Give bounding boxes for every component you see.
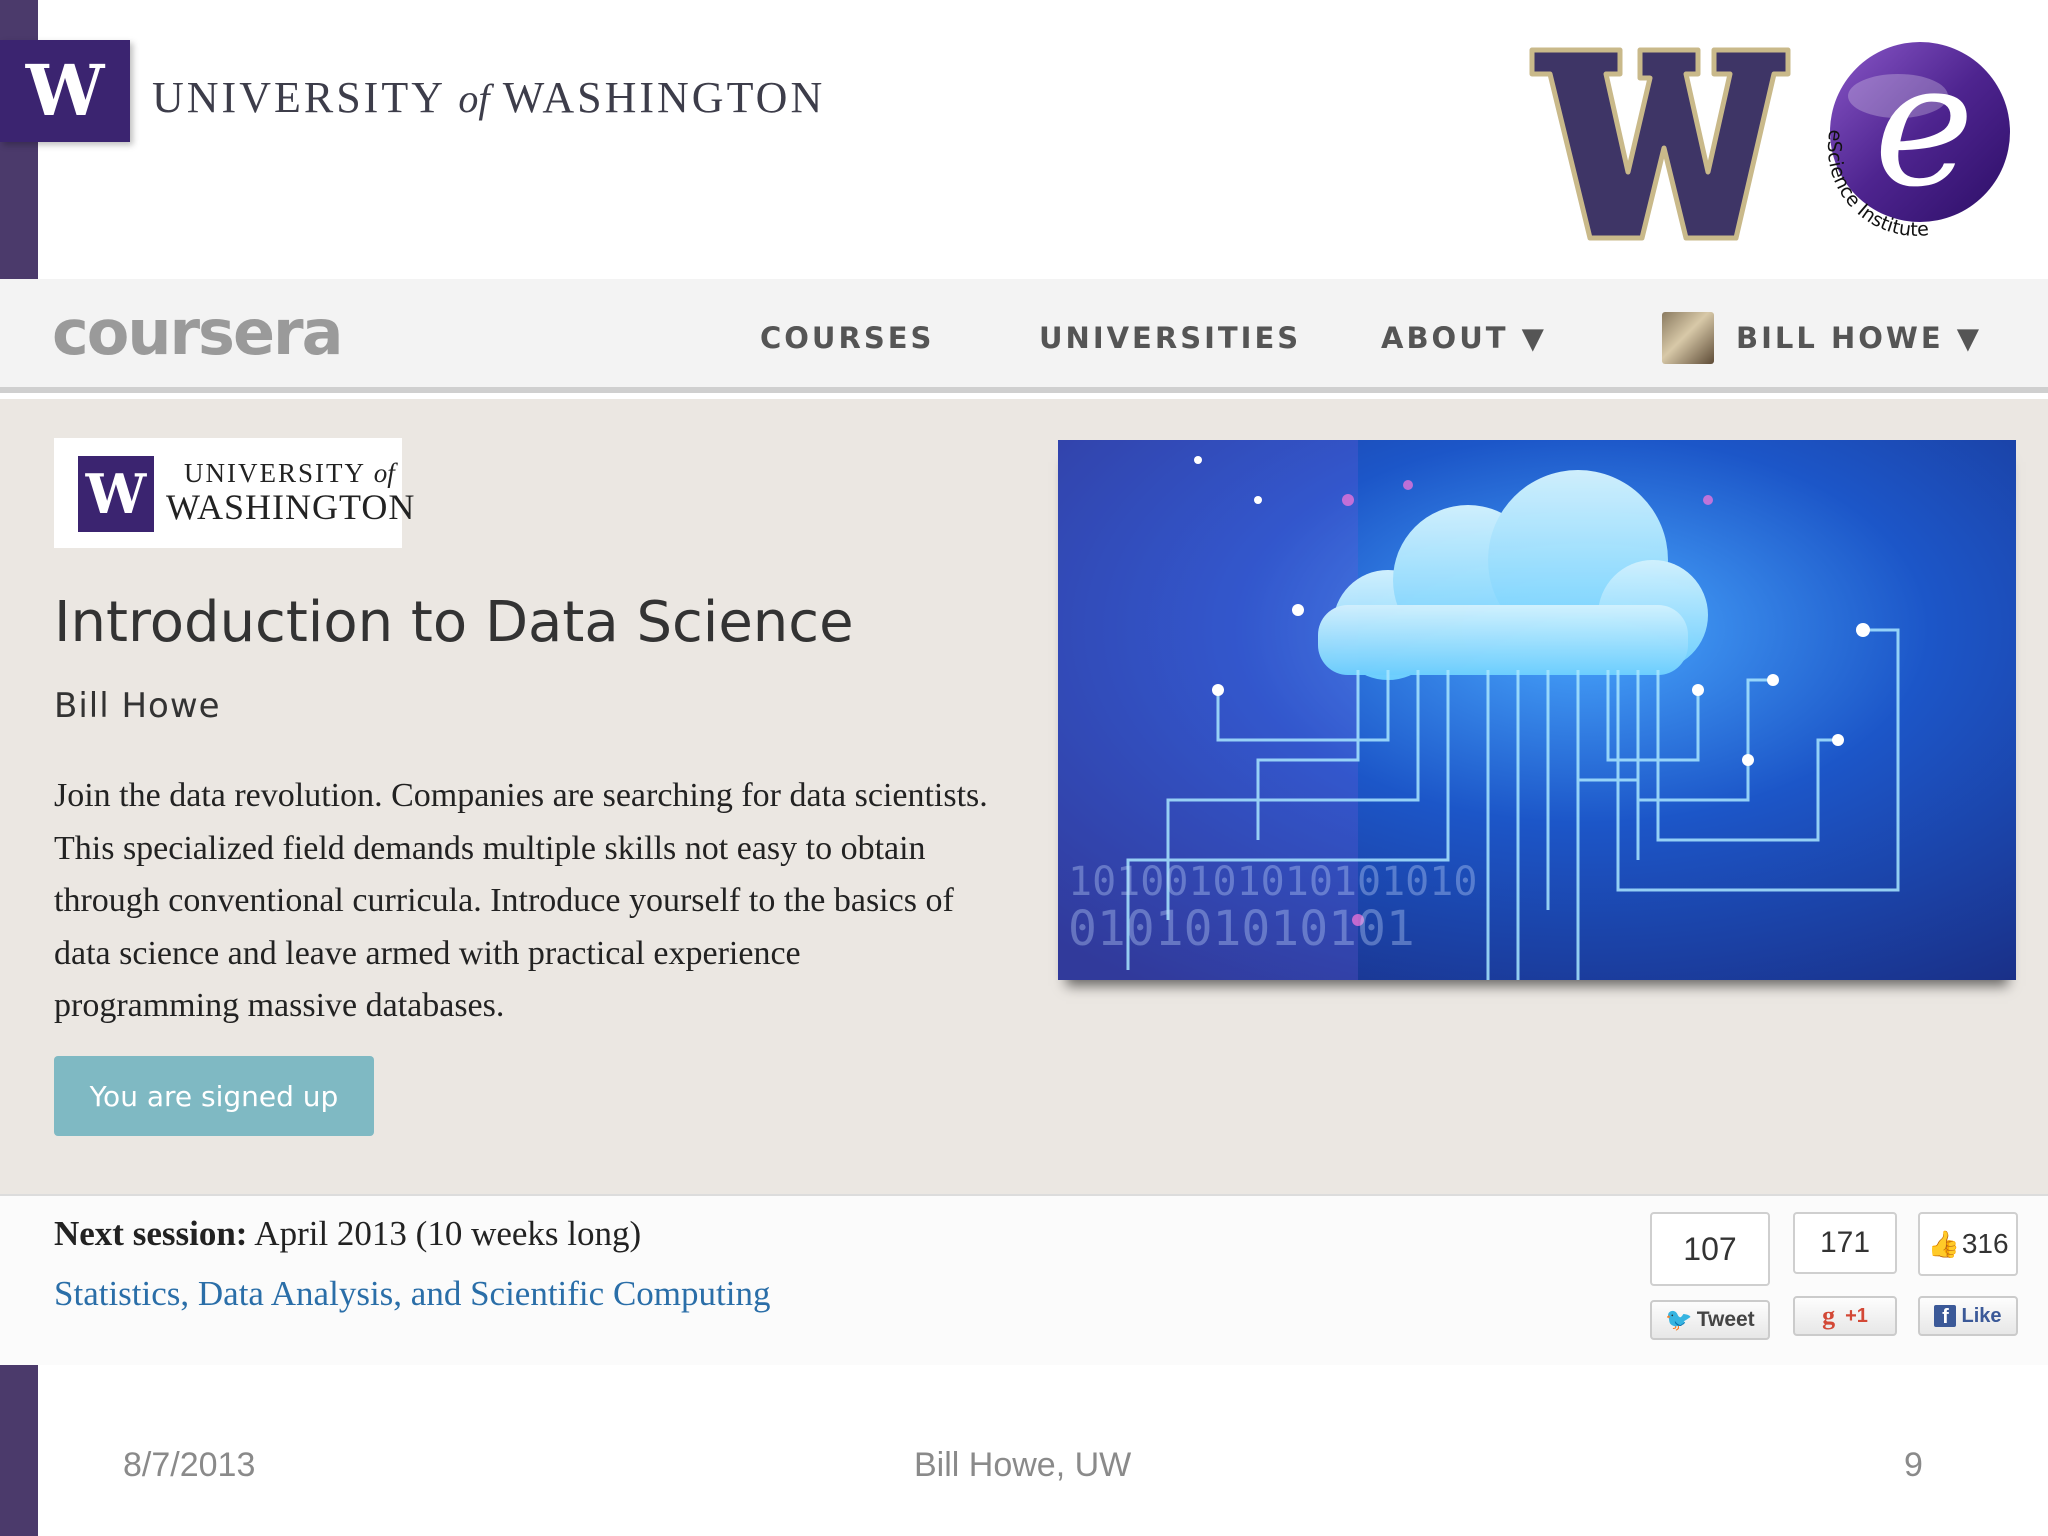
like-count: 316	[1961, 1228, 2009, 1259]
tweet-label: Tweet	[1696, 1308, 1755, 1331]
nav-about[interactable]: ABOUT ▼	[1381, 318, 1547, 358]
like-label: Like	[1961, 1304, 2002, 1327]
nav-courses[interactable]: COURSES	[760, 318, 934, 358]
course-image: 10100101010101010 010101010101	[1058, 440, 2016, 980]
course-university-word: UNIVERSITY	[184, 458, 365, 488]
gplus-label: +1	[1845, 1304, 1868, 1327]
image-binary-row2: 010101010101	[1068, 901, 1415, 957]
facebook-icon: f	[1934, 1305, 1957, 1328]
thumbs-up-icon: 👍	[1927, 1228, 1960, 1259]
category-link[interactable]: Statistics, Data Analysis, and Scientifi…	[54, 1274, 770, 1314]
gplus-icon: g	[1822, 1301, 1836, 1330]
next-session-label: Next session:	[54, 1214, 248, 1253]
uw-wordmark-university: UNIVERSITY	[152, 73, 445, 122]
course-university-line1: UNIVERSITY of	[184, 458, 395, 489]
like-button[interactable]: f Like	[1918, 1296, 2018, 1336]
tweet-button[interactable]: 🐦 Tweet	[1650, 1300, 1770, 1340]
course-description: Join the data revolution. Companies are …	[54, 777, 988, 1024]
course-university-line2: WASHINGTON	[166, 487, 416, 527]
coursera-logo[interactable]: coursera	[52, 298, 343, 368]
uw-wordmark: UNIVERSITY of WASHINGTON	[152, 72, 825, 123]
course-instructor[interactable]: Bill Howe	[54, 686, 221, 726]
course-university-of: of	[373, 458, 395, 488]
slide-accent-bar-bottom	[0, 1365, 38, 1536]
uw-wordmark-washington: WASHINGTON	[502, 73, 826, 122]
twitter-bird-icon: 🐦	[1665, 1307, 1693, 1332]
like-count-box: 👍 316	[1918, 1212, 2018, 1276]
footer-date: 8/7/2013	[123, 1446, 256, 1484]
course-title: Introduction to Data Science	[54, 590, 854, 655]
user-avatar[interactable]	[1662, 312, 1714, 364]
escience-logo: e eScience Institute	[1823, 34, 2010, 241]
course-university-badge: W	[78, 456, 154, 532]
uw-w-logo	[1529, 47, 1791, 241]
uw-logo-letter: W	[25, 49, 105, 132]
course-university-letter: W	[85, 462, 147, 526]
image-binary-row1: 10100101010101010	[1068, 859, 1477, 905]
gplus-button[interactable]: g +1	[1793, 1296, 1897, 1336]
uw-logo-badge: W	[0, 40, 130, 142]
gplus-count: 171	[1793, 1212, 1897, 1274]
next-session-value: April 2013 (10 weeks long)	[247, 1214, 642, 1253]
uw-wordmark-of: of	[458, 76, 490, 121]
user-menu[interactable]: BILL HOWE ▼	[1736, 318, 1982, 358]
svg-text:e: e	[1874, 34, 1975, 225]
nav-universities[interactable]: UNIVERSITIES	[1039, 318, 1301, 358]
footer-page-number: 9	[1904, 1446, 1923, 1484]
signed-up-button[interactable]: You are signed up	[54, 1056, 374, 1136]
tweet-count: 107	[1650, 1212, 1770, 1286]
next-session: Next session: April 2013 (10 weeks long)	[54, 1214, 641, 1254]
footer-author: Bill Howe, UW	[914, 1446, 1132, 1484]
